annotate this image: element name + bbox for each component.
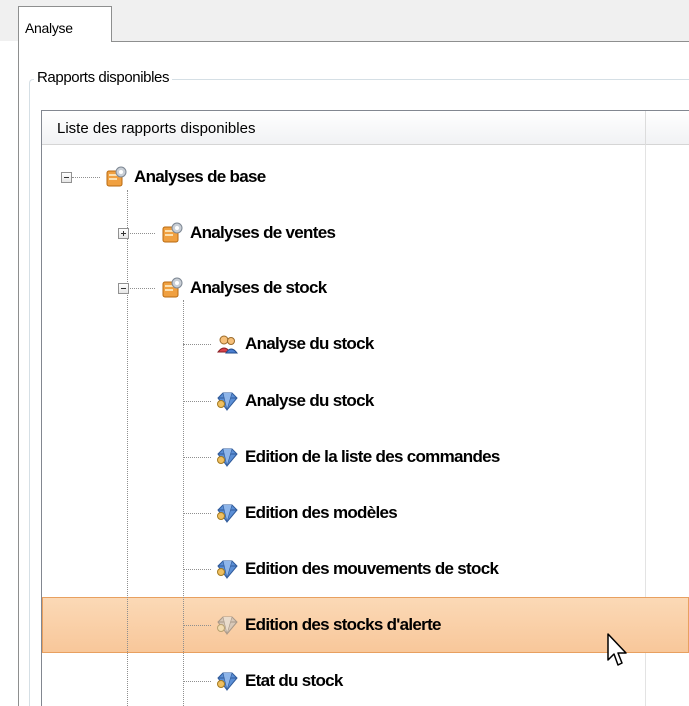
tree-node-label: Edition de la liste des commandes bbox=[245, 447, 500, 466]
tree-column-header[interactable]: Liste des rapports disponibles bbox=[42, 111, 689, 145]
tree-node-label: Edition des modèles bbox=[245, 503, 398, 522]
users-report-icon bbox=[216, 335, 239, 354]
collapse-toggle-analyses-de-stock[interactable] bbox=[118, 283, 129, 294]
diamond-report-icon bbox=[217, 672, 238, 692]
group-box-title: Rapports disponibles bbox=[34, 68, 173, 88]
diamond-report-icon bbox=[217, 504, 238, 524]
mouse-pointer-icon bbox=[607, 633, 627, 666]
diamond-report-icon bbox=[217, 392, 238, 412]
tab-analyse[interactable]: Analyse bbox=[18, 6, 112, 42]
tree-node-label: Edition des stocks d'alerte bbox=[245, 615, 442, 634]
tree-node-label: Analyse du stock bbox=[245, 391, 374, 410]
diamond-report-icon bbox=[217, 560, 238, 580]
collapse-toggle-analyses-de-base[interactable] bbox=[61, 172, 72, 183]
tree-line bbox=[183, 344, 211, 345]
report-folder-icon bbox=[106, 166, 127, 187]
tree-line bbox=[72, 177, 100, 178]
diamond-report-icon bbox=[217, 448, 238, 468]
tree-line bbox=[127, 190, 128, 706]
tree-line bbox=[127, 233, 155, 234]
tree-line bbox=[183, 513, 211, 514]
column-separator[interactable] bbox=[645, 111, 646, 145]
report-folder-icon bbox=[162, 222, 183, 243]
tab-analyse-label: Analyse bbox=[25, 20, 73, 36]
tree-line bbox=[183, 569, 211, 570]
tree-node-label: Analyses de stock bbox=[190, 278, 327, 297]
expand-toggle-analyses-de-ventes[interactable] bbox=[118, 228, 129, 239]
tree-line bbox=[183, 457, 211, 458]
tree-node-label: Edition des mouvements de stock bbox=[245, 559, 499, 578]
tree-node-label: Analyses de base bbox=[134, 167, 266, 186]
tree-line bbox=[183, 625, 211, 626]
tree-node-label: Analyses de ventes bbox=[190, 223, 336, 242]
tree-node-label: Analyse du stock bbox=[245, 334, 374, 353]
report-folder-icon bbox=[162, 277, 183, 298]
tree-line bbox=[183, 300, 184, 706]
diamond-report-icon bbox=[217, 616, 238, 636]
tree-line bbox=[183, 681, 211, 682]
tree-node-label: Etat du stock bbox=[245, 671, 343, 690]
tree-line bbox=[127, 288, 155, 289]
tree-column-header-label: Liste des rapports disponibles bbox=[57, 120, 256, 137]
tree-line bbox=[183, 401, 211, 402]
